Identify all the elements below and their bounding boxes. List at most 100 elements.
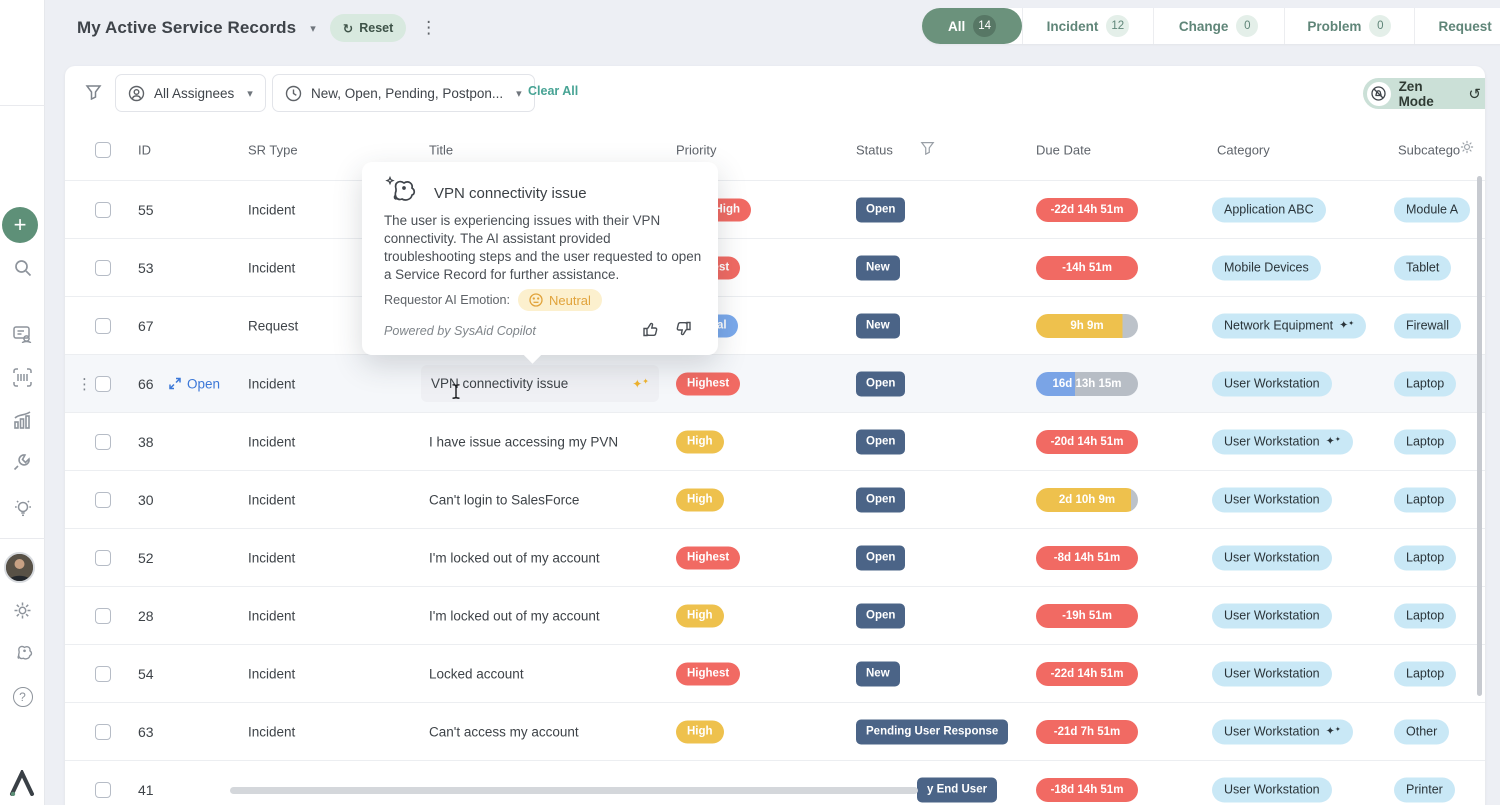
tab-all[interactable]: All14	[922, 8, 1022, 44]
row-checkbox[interactable]	[95, 666, 111, 682]
row-checkbox[interactable]	[95, 608, 111, 624]
col-status[interactable]: Status	[856, 143, 893, 158]
due-date-badge: -21d 7h 51m	[1036, 720, 1138, 744]
barcode-scan-icon[interactable]	[0, 367, 45, 388]
tab-change-count: 0	[1236, 15, 1258, 37]
due-date-badge: -22d 14h 51m	[1036, 198, 1138, 222]
col-sr-type[interactable]: SR Type	[248, 143, 298, 158]
table-row[interactable]: 54 Incident Locked account Highest New -…	[65, 644, 1485, 702]
row-title[interactable]: I'm locked out of my account	[429, 608, 600, 623]
category-tag: User Workstation	[1212, 661, 1332, 686]
analytics-icon[interactable]	[0, 410, 45, 431]
sysaid-logo	[8, 770, 36, 801]
row-checkbox[interactable]	[95, 202, 111, 218]
col-priority[interactable]: Priority	[676, 143, 716, 158]
tools-icon[interactable]	[0, 452, 45, 473]
tab-problem[interactable]: Problem0	[1284, 8, 1415, 44]
help-icon[interactable]: ?	[0, 687, 45, 707]
col-subcategory[interactable]: Subcategory	[1398, 143, 1460, 158]
row-checkbox[interactable]	[95, 376, 111, 392]
due-date-badge: -14h 51m	[1036, 256, 1138, 280]
status-badge: Open	[856, 429, 905, 454]
table-header: ID SR Type Title Priority Status Due Dat…	[65, 132, 1485, 168]
clock-icon	[285, 85, 302, 102]
row-checkbox[interactable]	[95, 434, 111, 450]
row-title[interactable]: Can't access my account	[429, 724, 579, 739]
thumbs-down-button[interactable]	[674, 320, 692, 343]
col-id[interactable]: ID	[138, 143, 151, 158]
tab-change[interactable]: Change0	[1153, 8, 1284, 44]
sidebar-divider	[0, 538, 45, 539]
category-tag: User Workstation✦✦	[1212, 719, 1353, 744]
page-header: My Active Service Records ▾ ↻ Reset ⋮ Al…	[45, 0, 1500, 52]
subcategory-tag: Laptop	[1394, 661, 1456, 686]
search-icon[interactable]	[0, 258, 45, 278]
table-row[interactable]: 38 Incident I have issue accessing my PV…	[65, 412, 1485, 470]
ai-sparkle-icon: ✦✦	[1339, 320, 1354, 331]
row-checkbox[interactable]	[95, 318, 111, 334]
table-row[interactable]: 30 Incident Can't login to SalesForce Hi…	[65, 470, 1485, 528]
tab-incident[interactable]: Incident12	[1022, 8, 1153, 44]
row-title[interactable]: Locked account	[429, 666, 524, 681]
zen-refresh-icon[interactable]: ↺	[1468, 85, 1481, 103]
emotion-badge: Neutral	[518, 289, 602, 311]
row-id: 52	[138, 550, 154, 566]
assignee-filter-dropdown[interactable]: All Assignees ▾	[115, 74, 266, 112]
announcements-icon[interactable]	[0, 324, 45, 345]
subcategory-tag: Laptop	[1394, 603, 1456, 628]
table-row[interactable]: 41 y End User -18d 14h 51m User Workstat…	[65, 760, 1485, 805]
reset-button[interactable]: ↻ Reset	[330, 14, 407, 42]
tab-request[interactable]: Request2	[1414, 8, 1500, 44]
table-row[interactable]: 63 Incident Can't access my account High…	[65, 702, 1485, 760]
ai-sparkle-gold-icon[interactable]: ✦✦	[632, 378, 649, 390]
status-column-filter-icon[interactable]	[920, 140, 935, 158]
table-row-hovered[interactable]: ⋮ 66 Open Incident VPN connectivity issu…	[65, 354, 1485, 412]
col-title[interactable]: Title	[429, 143, 453, 158]
view-dropdown-chevron-icon[interactable]: ▾	[310, 22, 316, 35]
row-checkbox[interactable]	[95, 724, 111, 740]
filter-bar: All Assignees ▾ New, Open, Pending, Post…	[65, 74, 1485, 112]
tab-all-count: 14	[973, 15, 996, 37]
clear-all-button[interactable]: Clear All	[528, 84, 578, 98]
table-row[interactable]: 28 Incident I'm locked out of my account…	[65, 586, 1485, 644]
row-title[interactable]: Can't login to SalesForce	[429, 492, 579, 507]
thumbs-up-button[interactable]	[642, 320, 660, 343]
subcategory-tag: Tablet	[1394, 255, 1451, 280]
table-row[interactable]: 67 Request Normal New 9h 9m Network Equi…	[65, 296, 1485, 354]
priority-badge: High	[676, 720, 724, 743]
row-sr-type: Incident	[248, 724, 295, 739]
open-record-link[interactable]: Open	[169, 376, 220, 391]
text-cursor	[450, 383, 462, 405]
user-avatar[interactable]	[4, 552, 35, 583]
row-checkbox[interactable]	[95, 492, 111, 508]
vertical-scrollbar[interactable]	[1477, 176, 1482, 696]
col-category[interactable]: Category	[1217, 143, 1270, 158]
row-checkbox[interactable]	[95, 550, 111, 566]
row-kebab-menu[interactable]: ⋮	[77, 375, 92, 393]
row-checkbox[interactable]	[95, 260, 111, 276]
popover-title: VPN connectivity issue	[434, 185, 587, 202]
copilot-mascot-icon[interactable]	[0, 642, 45, 665]
header-kebab-menu[interactable]: ⋮	[420, 18, 438, 38]
row-title[interactable]: I have issue accessing my PVN	[429, 434, 618, 449]
left-sidebar: + ?	[0, 0, 45, 805]
status-filter-dropdown[interactable]: New, Open, Pending, Postpon... ▾	[272, 74, 535, 112]
filter-funnel-icon[interactable]	[85, 83, 102, 105]
due-date-badge: -18d 14h 51m	[1036, 778, 1138, 802]
status-badge: New	[856, 661, 900, 686]
column-settings-gear-icon[interactable]	[1459, 139, 1475, 158]
select-all-checkbox[interactable]	[95, 142, 111, 158]
table-row[interactable]: 53 Incident Highest New -14h 51m Mobile …	[65, 238, 1485, 296]
new-record-button[interactable]: +	[2, 207, 38, 243]
row-id: 67	[138, 318, 154, 334]
row-title[interactable]: I'm locked out of my account	[429, 550, 600, 565]
horizontal-scrollbar[interactable]	[230, 787, 918, 794]
idea-lightbulb-icon[interactable]	[0, 497, 45, 519]
copilot-summary-popover: VPN connectivity issue The user is exper…	[362, 162, 718, 355]
zen-mode-toggle[interactable]: Zen Mode ↺	[1363, 78, 1485, 109]
settings-gear-icon[interactable]	[0, 600, 45, 621]
row-checkbox[interactable]	[95, 782, 111, 798]
table-row[interactable]: 55 Incident Very High Open -22d 14h 51m …	[65, 180, 1485, 238]
col-due-date[interactable]: Due Date	[1036, 143, 1091, 158]
table-row[interactable]: 52 Incident I'm locked out of my account…	[65, 528, 1485, 586]
